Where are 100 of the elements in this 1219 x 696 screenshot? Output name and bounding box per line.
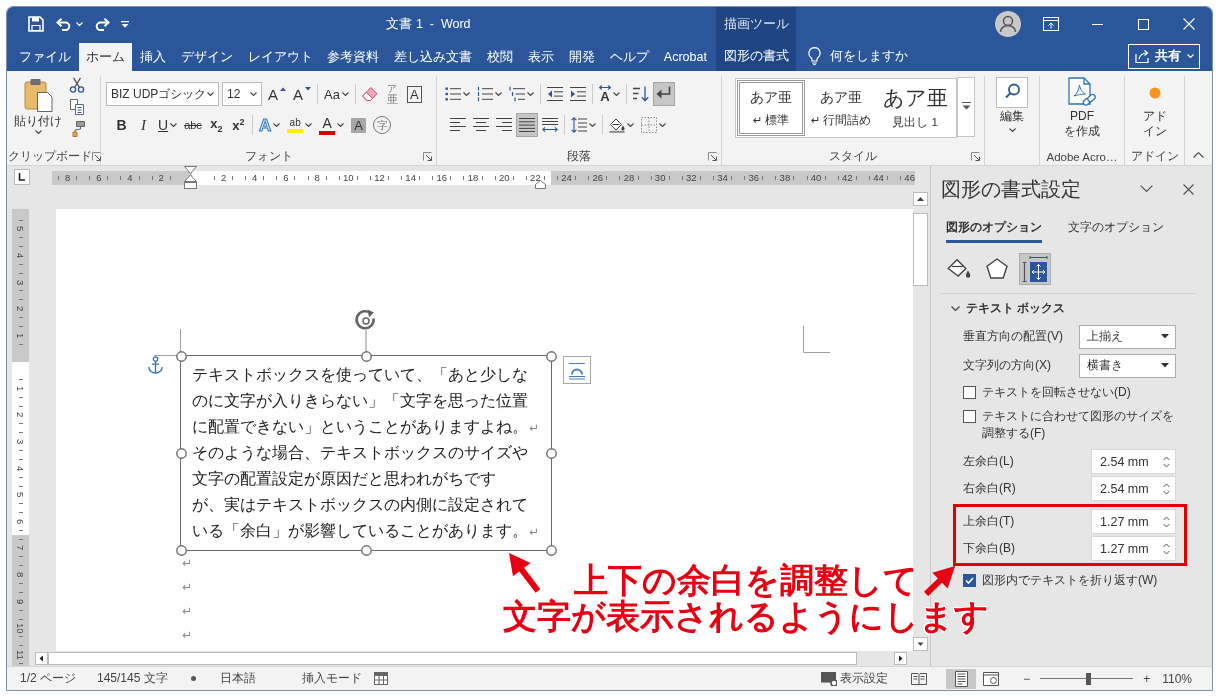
- anchor-icon[interactable]: [148, 356, 163, 374]
- scrollbar-thumb[interactable]: [913, 213, 928, 286]
- add-ins-button[interactable]: アド イン: [1125, 76, 1184, 148]
- scroll-right-icon[interactable]: [894, 652, 907, 665]
- paste-button[interactable]: 貼り付け: [12, 76, 64, 135]
- scissors-icon[interactable]: [69, 77, 85, 93]
- scrollbar-thumb[interactable]: [48, 652, 857, 665]
- ribbon-tab[interactable]: ヘルプ: [602, 43, 656, 71]
- copy-icon[interactable]: [69, 99, 85, 115]
- shrink-font-button[interactable]: A: [290, 82, 315, 106]
- style-tile[interactable]: あア亜 ↵ 標準: [737, 80, 805, 136]
- chevron-down-icon[interactable]: [951, 305, 960, 311]
- superscript-button[interactable]: x$^{2}$: [227, 113, 249, 137]
- ribbon-tab[interactable]: レイアウト: [240, 43, 320, 71]
- ribbon-tab[interactable]: 表示: [521, 43, 562, 71]
- ribbon-tab[interactable]: Acrobat: [656, 43, 714, 71]
- zoom-level[interactable]: 110%: [1162, 671, 1192, 686]
- spinner-field[interactable]: 2.54 mm: [1091, 449, 1176, 474]
- user-avatar-icon[interactable]: [995, 11, 1021, 37]
- zoom-out-button[interactable]: −: [1023, 671, 1031, 686]
- checkbox[interactable]: [963, 574, 976, 587]
- font-color-button[interactable]: A: [316, 113, 348, 137]
- resize-handle[interactable]: [175, 447, 187, 459]
- style-tile[interactable]: あア亜 ↵ 行間詰め: [807, 80, 875, 136]
- spinner-field[interactable]: 1.27 mm: [1091, 509, 1176, 534]
- font-name-field[interactable]: BIZ UDPゴシック: [106, 82, 219, 106]
- insert-mode-indicator[interactable]: 挿入モード: [301, 670, 362, 687]
- ribbon-tab[interactable]: 校閲: [480, 43, 521, 71]
- spinner-field[interactable]: 1.27 mm: [1091, 536, 1176, 561]
- checkbox-label[interactable]: テキストに合わせて図形のサイズを調整する(F): [982, 408, 1176, 442]
- resize-handle[interactable]: [545, 350, 557, 362]
- grid-icon[interactable]: [373, 672, 388, 685]
- language-indicator[interactable]: 日本語: [219, 670, 256, 687]
- dialog-launcher-icon[interactable]: [971, 152, 980, 161]
- minimize-icon[interactable]: [1091, 23, 1103, 25]
- pane-tab[interactable]: 文字のオプション: [1068, 219, 1164, 243]
- close-icon[interactable]: [1183, 183, 1194, 195]
- font-size-field[interactable]: 12: [222, 82, 262, 106]
- checkbox[interactable]: [963, 410, 976, 423]
- tab-selector-icon[interactable]: [14, 169, 30, 185]
- customize-icon[interactable]: [121, 20, 129, 28]
- scroll-down-icon[interactable]: [913, 637, 928, 651]
- spinner-arrows-icon[interactable]: [1163, 482, 1170, 495]
- chevron-down-icon[interactable]: [1140, 185, 1153, 193]
- dialog-launcher-icon[interactable]: [423, 152, 432, 161]
- resize-handle[interactable]: [360, 350, 372, 362]
- resize-handle[interactable]: [175, 544, 187, 556]
- checkbox[interactable]: [963, 386, 976, 399]
- change-case-button[interactable]: Aa: [321, 82, 352, 106]
- ribbon-tab[interactable]: ホーム: [78, 43, 132, 71]
- create-pdf-button[interactable]: PDF を作成: [1040, 76, 1124, 148]
- show-marks-button[interactable]: [653, 82, 675, 106]
- display-settings-button[interactable]: 表示設定: [821, 670, 889, 687]
- spinner-field[interactable]: 2.54 mm: [1091, 476, 1176, 501]
- scroll-up-icon[interactable]: [913, 192, 928, 206]
- strikethrough-button[interactable]: abc: [181, 113, 205, 137]
- right-indent-marker-icon[interactable]: [535, 180, 546, 189]
- bold-button[interactable]: B: [111, 113, 132, 137]
- paintbrush-icon[interactable]: [69, 121, 85, 137]
- spinner-arrows-icon[interactable]: [1163, 455, 1170, 468]
- ribbon-display-icon[interactable]: [1043, 17, 1059, 31]
- asian-layout-button[interactable]: A: [596, 82, 623, 106]
- resize-handle[interactable]: [360, 544, 372, 556]
- zoom-in-button[interactable]: +: [1143, 671, 1151, 686]
- checkbox-label[interactable]: テキストを回転させない(D): [982, 384, 1131, 401]
- undo-button[interactable]: [55, 16, 84, 32]
- maximize-icon[interactable]: [1137, 18, 1149, 30]
- character-shading-button[interactable]: A: [348, 113, 370, 137]
- layout-options-icon[interactable]: [563, 356, 591, 384]
- ribbon-tab[interactable]: デザイン: [173, 43, 240, 71]
- ribbon-tab[interactable]: 開発: [562, 43, 602, 71]
- pane-tab[interactable]: 図形のオプション: [946, 219, 1042, 243]
- spinner-arrows-icon[interactable]: [1163, 515, 1170, 528]
- collapse-ribbon-icon[interactable]: [1193, 152, 1204, 158]
- save-icon[interactable]: [28, 16, 44, 32]
- resize-handle[interactable]: [175, 350, 187, 362]
- zoom-slider-thumb[interactable]: [1086, 672, 1092, 685]
- grow-font-button[interactable]: A: [265, 82, 289, 106]
- ribbon-tab[interactable]: 図形の書式: [716, 41, 796, 71]
- section-header[interactable]: テキスト ボックス: [966, 299, 1066, 317]
- highlight-button[interactable]: ab: [284, 113, 316, 137]
- ribbon-tab[interactable]: ファイル: [12, 43, 78, 71]
- resize-handle[interactable]: [545, 544, 557, 556]
- spinner-arrows-icon[interactable]: [1163, 542, 1170, 555]
- share-button[interactable]: 共有: [1128, 43, 1200, 69]
- ribbon-tab[interactable]: 挿入: [132, 43, 173, 71]
- ribbon-tab[interactable]: 参考資料: [320, 43, 387, 71]
- word-count[interactable]: 145/145 文字: [97, 670, 168, 687]
- resize-handle[interactable]: [545, 447, 557, 459]
- page-count[interactable]: 1/2 ページ: [20, 670, 76, 687]
- editing-button[interactable]: 編集: [985, 76, 1039, 148]
- lightbulb-icon[interactable]: [808, 47, 821, 65]
- indent-marker-icon[interactable]: [184, 166, 197, 189]
- underline-button[interactable]: U: [155, 113, 181, 137]
- subscript-button[interactable]: x$_{2}$: [205, 113, 227, 137]
- justify-button[interactable]: [516, 113, 538, 137]
- dropdown-field[interactable]: 上揃え: [1079, 324, 1176, 349]
- redo-icon[interactable]: [95, 17, 110, 31]
- dropdown-field[interactable]: 横書き: [1079, 353, 1176, 378]
- ribbon-tab[interactable]: 差し込み文書: [387, 43, 480, 71]
